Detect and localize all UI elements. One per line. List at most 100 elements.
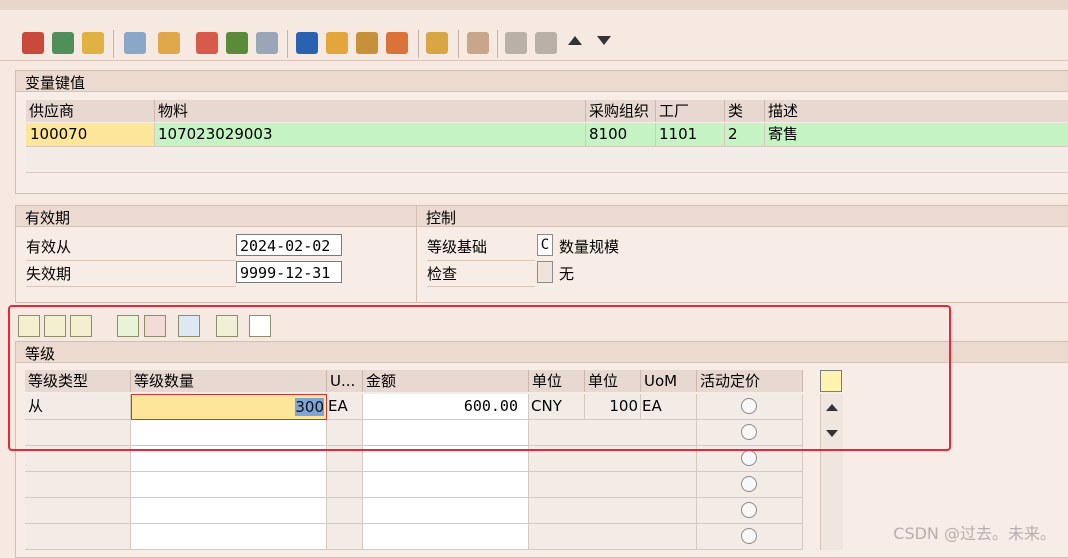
active-pricing-radio[interactable]	[741, 424, 757, 440]
undo-icon[interactable]	[178, 315, 200, 337]
active-pricing-cell	[697, 524, 803, 550]
unit-cell: EA	[327, 394, 363, 420]
table-row-empty[interactable]	[363, 524, 529, 550]
check-field[interactable]	[537, 261, 553, 283]
next-record-icon[interactable]	[535, 32, 557, 54]
valid-to-underline	[26, 286, 236, 287]
gift-icon[interactable]	[226, 32, 248, 54]
control-section: 控制 等级基础 C 数量规模 检查 无	[416, 205, 1068, 303]
table-row-empty[interactable]	[363, 472, 529, 498]
table-row-empty	[25, 446, 131, 472]
valid-from-input[interactable]: 2024-02-02	[236, 234, 342, 256]
column-config-icon[interactable]	[820, 370, 842, 392]
scroll-up-icon[interactable]	[826, 404, 838, 411]
vendor-cell[interactable]: 100070	[26, 123, 155, 147]
table-row-empty	[25, 524, 131, 550]
check-underline	[427, 286, 535, 287]
col-header-category[interactable]: 类	[725, 100, 765, 122]
application-toolbar	[0, 10, 1068, 61]
discount-icon[interactable]	[386, 32, 408, 54]
insert-row-icon[interactable]	[117, 315, 139, 337]
valid-to-input[interactable]: 9999-12-31	[236, 261, 342, 283]
refresh-icon[interactable]	[82, 32, 104, 54]
delete-row-icon[interactable]	[144, 315, 166, 337]
table-row-empty	[529, 524, 697, 550]
purch-org-cell[interactable]: 8100	[586, 123, 656, 147]
table-row-empty[interactable]	[131, 472, 327, 498]
table-scrollbar[interactable]	[820, 394, 843, 550]
col-header-description[interactable]: 描述	[765, 100, 1068, 122]
table-row-empty	[327, 498, 363, 524]
control-title-bar: 控制	[417, 206, 1068, 227]
export-icon[interactable]	[467, 32, 489, 54]
col-header-material[interactable]: 物料	[155, 100, 586, 122]
valid-to-label: 失效期	[26, 265, 72, 283]
toolbar-separator	[458, 30, 459, 58]
table-row-empty[interactable]	[363, 446, 529, 472]
table-row-empty	[327, 446, 363, 472]
category-cell[interactable]: 2	[725, 123, 765, 147]
check-label: 检查	[427, 265, 458, 283]
calendar-icon[interactable]	[196, 32, 218, 54]
active-pricing-radio[interactable]	[741, 398, 757, 414]
active-pricing-radio[interactable]	[741, 450, 757, 466]
description-cell[interactable]: 寄售	[765, 123, 1068, 147]
select-all-icon[interactable]	[18, 315, 40, 337]
arrow-down-icon[interactable]	[597, 36, 611, 45]
table-row-empty[interactable]	[131, 420, 327, 446]
table-row-empty	[25, 420, 131, 446]
scale-basis-field[interactable]: C	[537, 234, 553, 256]
find-icon[interactable]	[52, 32, 74, 54]
deselect-all-icon[interactable]	[70, 315, 92, 337]
scale-qty-cell[interactable]: 300	[131, 394, 327, 420]
active-pricing-cell	[697, 472, 803, 498]
key-icon[interactable]	[356, 32, 378, 54]
table-row-empty[interactable]	[363, 498, 529, 524]
transfer-icon[interactable]	[158, 32, 180, 54]
scales-title-bar: 等级	[16, 342, 1068, 363]
key-section-title-bar: 变量键值	[16, 71, 1068, 92]
col-header-scale-qty[interactable]: 等级数量	[131, 370, 327, 392]
validity-title-bar: 有效期	[16, 206, 416, 227]
save-icon[interactable]	[22, 32, 44, 54]
scroll-down-icon[interactable]	[826, 430, 838, 437]
copy-icon[interactable]	[124, 32, 146, 54]
col-header-unit[interactable]: U...	[327, 370, 363, 392]
prev-record-icon[interactable]	[505, 32, 527, 54]
table-row-empty[interactable]	[363, 420, 529, 446]
material-cell[interactable]: 107023029003	[155, 123, 586, 147]
scale-basis-label: 等级基础	[427, 238, 488, 256]
col-header-plant[interactable]: 工厂	[656, 100, 725, 122]
validity-title: 有效期	[25, 209, 71, 227]
col-header-amount[interactable]: 金额	[363, 370, 529, 392]
col-header-vendor[interactable]: 供应商	[26, 100, 155, 122]
col-header-active-pricing[interactable]: 活动定价	[697, 370, 803, 392]
select-block-icon[interactable]	[44, 315, 66, 337]
landscape-icon[interactable]	[426, 32, 448, 54]
window-title-strip	[0, 0, 1068, 10]
active-pricing-radio[interactable]	[741, 528, 757, 544]
scale-basis-text: 数量规模	[559, 238, 620, 256]
plant-cell[interactable]: 1101	[656, 123, 725, 147]
new-page-icon[interactable]	[249, 315, 271, 337]
info-icon[interactable]	[296, 32, 318, 54]
active-pricing-radio[interactable]	[741, 476, 757, 492]
table-row-empty	[529, 498, 697, 524]
table-row-empty[interactable]	[131, 498, 327, 524]
edit-icon[interactable]	[256, 32, 278, 54]
check-text: 无	[559, 265, 575, 283]
col-header-uom[interactable]: UoM	[641, 370, 697, 392]
hierarchy-icon[interactable]	[326, 32, 348, 54]
table-row-empty[interactable]	[131, 446, 327, 472]
col-header-purch-org[interactable]: 采购组织	[586, 100, 656, 122]
col-header-scale-type[interactable]: 等级类型	[25, 370, 131, 392]
details-icon[interactable]	[216, 315, 238, 337]
active-pricing-radio[interactable]	[741, 502, 757, 518]
valid-from-underline	[26, 260, 236, 261]
uom-cell: EA	[641, 394, 697, 420]
col-header-price-unit[interactable]: 单位	[585, 370, 641, 392]
table-row-empty[interactable]	[131, 524, 327, 550]
arrow-up-icon[interactable]	[568, 36, 582, 45]
amount-cell[interactable]: 600.00	[363, 394, 529, 420]
col-header-currency[interactable]: 单位	[529, 370, 585, 392]
